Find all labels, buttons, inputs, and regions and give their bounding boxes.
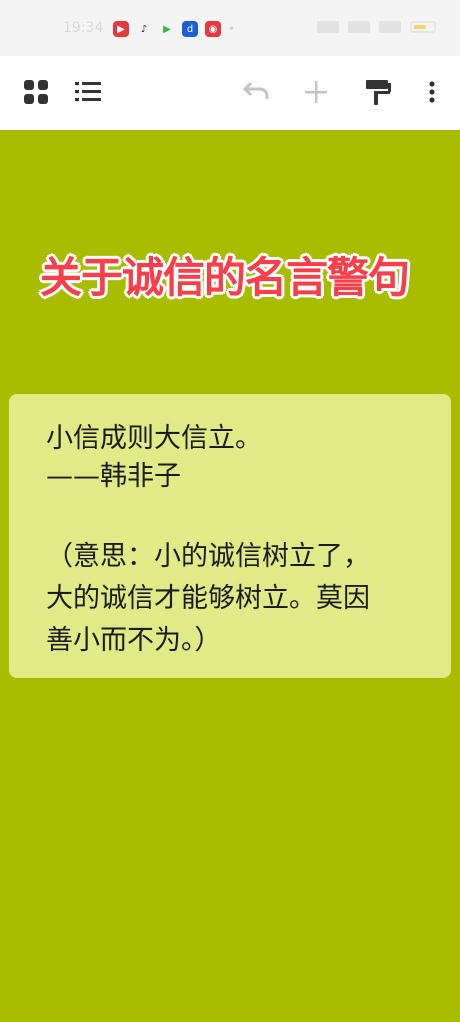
tencent-video-icon: ▶ [159, 21, 175, 37]
design-canvas[interactable]: 关于诚信的名言警句 小信成则大信立。 ——韩非子 （意思：小的诚信树立了， 大的… [0, 130, 460, 1022]
status-bar: 19:34 ▶ ♪ ▶ d ◉ • [0, 0, 460, 56]
notes-app-icon: d [182, 21, 198, 37]
notification-icons: ▶ ♪ ▶ d ◉ • [113, 21, 235, 37]
quote-card[interactable]: 小信成则大信立。 ——韩非子 （意思：小的诚信树立了， 大的诚信才能够树立。莫因… [9, 394, 451, 678]
quote-text: 小信成则大信立。 [46, 423, 262, 454]
douyin-icon: ♪ [136, 21, 152, 37]
list-view-icon[interactable] [72, 76, 104, 108]
video-app-icon: ▶ [113, 21, 129, 37]
signal-icon [348, 21, 370, 33]
signal-2-icon [379, 21, 401, 33]
status-time: 19:34 [63, 20, 104, 36]
weibo-icon: ◉ [205, 21, 221, 37]
battery-icon [410, 21, 436, 33]
undo-icon[interactable] [240, 76, 272, 108]
wifi-icon [317, 21, 339, 33]
meaning-line-1: （意思：小的诚信树立了， [46, 541, 370, 572]
add-icon[interactable] [300, 76, 332, 108]
headline-text[interactable]: 关于诚信的名言警句 [40, 244, 410, 305]
system-indicators [317, 21, 436, 33]
meaning-line-2: 大的诚信才能够树立。莫因 [46, 583, 370, 614]
paint-roller-icon[interactable] [362, 76, 394, 108]
quote-author: ——韩非子 [46, 461, 181, 492]
more-notifications-icon: • [228, 22, 236, 36]
editor-toolbar [0, 56, 460, 130]
more-vert-icon[interactable] [416, 76, 448, 108]
grid-view-icon[interactable] [20, 76, 52, 108]
meaning-line-3: 善小而不为。） [46, 625, 222, 656]
